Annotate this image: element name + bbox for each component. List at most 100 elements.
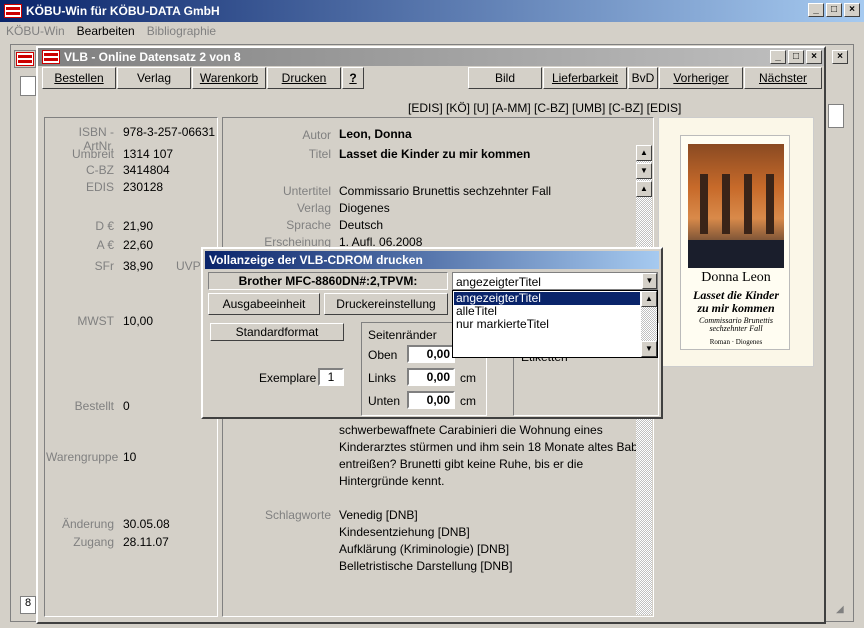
links-input[interactable]: 0,00 — [407, 368, 455, 386]
vlb-titlebar: VLB - Online Datensatz 2 von 8 _ □ × — [38, 48, 824, 66]
vlb-title: VLB - Online Datensatz 2 von 8 — [64, 50, 241, 64]
minimize-button[interactable]: _ — [808, 3, 824, 17]
cbz-label: C-BZ — [86, 163, 114, 177]
standardformat-button[interactable]: Standardformat — [210, 323, 344, 341]
warengruppe-label: Warengruppe — [46, 450, 119, 464]
background-window-logo — [14, 50, 36, 68]
bestellen-button[interactable]: Bestellen — [42, 67, 116, 89]
cover-photo — [688, 144, 784, 268]
sprache-value: Deutsch — [339, 218, 384, 232]
vlb-maximize-button[interactable]: □ — [788, 50, 804, 64]
menu-bibliographie[interactable]: Bibliographie — [147, 24, 216, 38]
unten-input[interactable]: 0,00 — [407, 391, 455, 409]
scroll-up-button-2[interactable]: ▲ — [636, 181, 652, 197]
scroll-up-button[interactable]: ▲ — [636, 145, 652, 161]
margins-title: Seitenränder — [368, 328, 437, 342]
naechster-button[interactable]: Nächster — [744, 67, 822, 89]
schlagwort-4: Belletristische Darstellung [DNB] — [339, 559, 513, 573]
umbreit-value: 1314 107 — [123, 147, 174, 161]
price-de-label: D € — [95, 219, 114, 233]
verlag-button[interactable]: Verlag — [117, 67, 191, 89]
background-window-icon — [20, 76, 36, 96]
verlag-value: Diogenes — [339, 201, 390, 215]
vlb-minimize-button[interactable]: _ — [770, 50, 786, 64]
druckereinstellung-button[interactable]: Druckereinstellung — [324, 293, 448, 315]
zugang-value: 28.11.07 — [123, 535, 169, 549]
zugang-label: Zugang — [73, 535, 114, 549]
resize-grip-icon[interactable]: ◢ — [836, 604, 850, 618]
desc-line-1: schwerbewaffnete Carabinieri die Wohnung… — [339, 423, 603, 437]
warenkorb-button[interactable]: Warenkorb — [192, 67, 266, 89]
unten-label: Unten — [368, 394, 401, 408]
maximize-button[interactable]: □ — [826, 3, 842, 17]
app-logo-icon — [4, 4, 22, 18]
cover-sub-2: sechzehnter Fall — [709, 324, 763, 333]
output-select[interactable]: angezeigterTitel ▼ — [452, 272, 658, 290]
dropdown-scroll-down[interactable]: ▼ — [641, 341, 657, 357]
menu-koebu-win[interactable]: KÖBU-Win — [6, 24, 65, 38]
lieferbarkeit-button[interactable]: Lieferbarkeit — [543, 67, 627, 89]
exemplare-label: Exemplare — [259, 371, 317, 385]
vlb-close-button[interactable]: × — [806, 50, 822, 64]
chevron-down-icon[interactable]: ▼ — [642, 273, 657, 289]
untertitel-label: Untertitel — [282, 184, 331, 198]
output-dropdown: angezeigterTitel alleTitel nur markierte… — [452, 290, 658, 358]
option-markierte-titel[interactable]: nur markierteTitel — [454, 318, 640, 331]
book-cover[interactable]: Donna Leon Lasset die Kinder zu mir komm… — [680, 135, 790, 350]
ausgabeeinheit-button[interactable]: Ausgabeeinheit — [208, 293, 320, 315]
price-de-value: 21,90 — [123, 219, 154, 233]
cover-publisher: Roman · Diogenes — [709, 338, 763, 346]
unten-unit: cm — [460, 394, 476, 408]
app-titlebar: KÖBU-Win für KÖBU-DATA GmbH _ □ × — [0, 0, 864, 22]
price-ae-label: A € — [96, 238, 114, 252]
cover-author: Donna Leon — [701, 270, 771, 285]
titel-value: Lasset die Kinder zu mir kommen — [339, 147, 531, 161]
titel-label: Titel — [308, 147, 331, 161]
app-title: KÖBU-Win für KÖBU-DATA GmbH — [26, 4, 220, 18]
bg-scroll-thumb[interactable] — [828, 104, 844, 128]
printer-name: Brother MFC-8860DN#:2,TPVM: — [208, 272, 448, 290]
bg-logo-icon — [16, 52, 34, 66]
cbz-value: 3414804 — [123, 163, 170, 177]
schlagwort-1: Venedig [DNB] — [339, 508, 418, 522]
mwst-label: MWST — [77, 314, 114, 328]
menubar: KÖBU-Win Bearbeiten Bibliographie — [0, 22, 864, 40]
price-sfr-label: SFr — [94, 259, 114, 273]
schlagworte-label: Schlagworte — [264, 508, 331, 522]
source-tags: [EDIS] [KÖ] [U] [A-MM] [C-BZ] [UMB] [C-B… — [408, 101, 682, 115]
umbreit-label: Umbreit — [71, 147, 114, 161]
exemplare-input[interactable]: 1 — [318, 368, 344, 386]
oben-input[interactable]: 0,00 — [407, 345, 455, 363]
links-unit: cm — [460, 371, 476, 385]
scroll-down-button[interactable]: ▼ — [636, 163, 652, 179]
schlagwort-2: Kindesentziehung [DNB] — [339, 525, 470, 539]
autor-value: Leon, Donna — [339, 127, 412, 141]
cover-title-2: zu mir kommen — [697, 301, 775, 315]
aenderung-value: 30.05.08 — [123, 517, 170, 531]
uvp-label: UVP — [176, 259, 201, 273]
warengruppe-value: 10 — [123, 450, 137, 464]
schlagwort-3: Aufklärung (Kriminologie) [DNB] — [339, 542, 510, 556]
edis-value: 230128 — [123, 180, 164, 194]
vorheriger-button[interactable]: Vorheriger — [659, 67, 743, 89]
help-button[interactable]: ? — [342, 67, 364, 89]
bvd-button[interactable]: BvD — [628, 67, 658, 89]
menu-bearbeiten[interactable]: Bearbeiten — [77, 24, 135, 38]
drucken-button[interactable]: Drucken — [267, 67, 341, 89]
output-select-value: angezeigterTitel — [456, 275, 541, 289]
oben-label: Oben — [368, 348, 398, 362]
untertitel-value: Commissario Brunettis sechzehnter Fall — [339, 184, 552, 198]
aenderung-label: Änderung — [61, 517, 114, 531]
close-button[interactable]: × — [844, 3, 860, 17]
price-ae-value: 22,60 — [123, 238, 154, 252]
bg-page-field: 8 — [20, 596, 36, 614]
vlb-logo-icon — [42, 50, 60, 64]
bild-button[interactable]: Bild — [468, 67, 542, 89]
mwst-value: 10,00 — [123, 314, 154, 328]
autor-label: Autor — [302, 128, 331, 142]
price-sfr-value: 38,90 — [123, 259, 154, 273]
desc-line-3: entreißen? Brunetti gibt keine Ruhe, bis… — [339, 457, 584, 471]
bg-close-button[interactable]: × — [832, 50, 848, 64]
dropdown-scroll-up[interactable]: ▲ — [641, 291, 657, 307]
bestellt-label: Bestellt — [74, 399, 114, 413]
